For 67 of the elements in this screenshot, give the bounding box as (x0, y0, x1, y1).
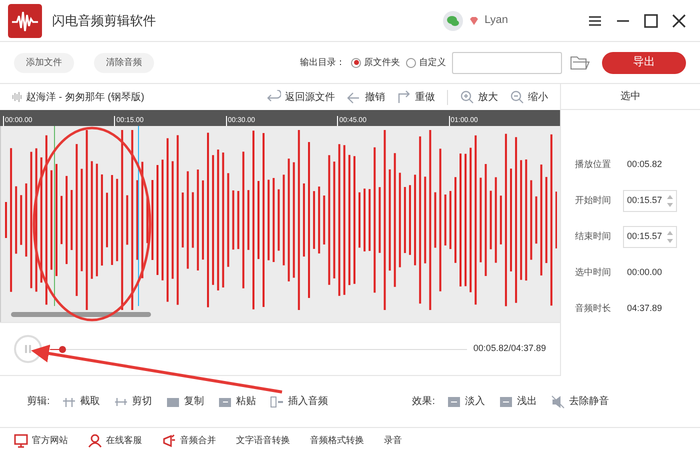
chat-icon[interactable] (442, 10, 463, 30)
track-action-button[interactable]: 放大 (447, 90, 498, 104)
output-label: 输出目录： (300, 56, 345, 69)
fade-in-icon (447, 394, 461, 408)
pause-button[interactable] (14, 335, 42, 363)
info-label: 开始时间 (575, 194, 612, 208)
track-title: 赵海洋 - 匆匆那年 (钢琴版) (26, 90, 144, 104)
track-action-button[interactable]: 返回源文件 (267, 90, 335, 104)
waveform-icon (12, 91, 22, 103)
edit-tool-button[interactable]: 复制 (166, 394, 204, 409)
effect-button[interactable]: 浅出 (499, 394, 537, 409)
zoom-in-icon (460, 90, 474, 104)
export-button[interactable]: 导出 (602, 52, 686, 74)
user-name[interactable]: Lyan (484, 12, 508, 29)
edit-tool-button[interactable]: 插入音频 (270, 394, 328, 409)
menu-icon[interactable] (588, 14, 602, 28)
horizontal-scrollbar[interactable] (11, 312, 151, 317)
pause-icon (22, 344, 33, 354)
effects-label: 效果: (412, 395, 435, 409)
track-action-button[interactable]: 撤销 (347, 90, 385, 104)
undo-icon (347, 90, 361, 104)
zoom-out-icon (510, 90, 524, 104)
app-logo-icon (8, 4, 42, 38)
panel-title: 选中 (620, 90, 640, 104)
folder-icon[interactable] (570, 54, 590, 70)
effect-button[interactable]: 淡入 (447, 394, 485, 409)
megaphone-icon (162, 434, 176, 448)
info-label: 选中时间 (575, 266, 612, 280)
footer-link[interactable]: 文字语音转换 (236, 434, 290, 448)
insert-icon (270, 394, 284, 408)
track-action-button[interactable]: 缩小 (510, 90, 548, 104)
toolbar-button[interactable]: 清除音频 (94, 52, 154, 72)
diamond-icon (468, 16, 479, 26)
playback-time: 00:05.82/04:37.89 (473, 342, 546, 356)
edit-tool-button[interactable]: 粘贴 (218, 394, 256, 409)
redo-icon (397, 90, 411, 104)
info-value: 00:00.00 (626, 266, 662, 280)
edit-label: 剪辑: (27, 394, 50, 409)
info-label: 音频时长 (575, 302, 612, 316)
edit-tool-button[interactable]: 截取 (62, 394, 100, 409)
monitor-icon (14, 434, 28, 448)
footer-link[interactable]: 音频合并 (162, 434, 216, 448)
window-title: 闪电音频剪辑软件 (52, 12, 156, 30)
edit-tool-button[interactable]: 剪切 (114, 394, 152, 409)
maximize-icon[interactable] (644, 14, 658, 28)
time-spin-field[interactable]: 00:15.57 (623, 226, 678, 248)
track-action-button[interactable]: 重做 (397, 90, 435, 104)
fade-out-icon (499, 394, 513, 408)
undo-source-icon (267, 90, 281, 104)
output-radio[interactable]: 自定义 (406, 56, 446, 70)
footer-link[interactable]: 录音 (384, 434, 402, 448)
close-icon[interactable] (672, 14, 686, 28)
info-label: 播放位置 (575, 158, 612, 172)
toolbar-button[interactable]: 添加文件 (14, 52, 74, 72)
footer-link[interactable]: 在线客服 (88, 434, 142, 448)
mute-icon (551, 394, 565, 408)
footer-link[interactable]: 官方网站 (14, 434, 68, 448)
effect-button[interactable]: 去除静音 (551, 394, 609, 409)
output-radio[interactable]: 原文件夹 (351, 56, 400, 70)
info-value: 00:05.82 (626, 158, 662, 172)
info-value: 04:37.89 (626, 302, 662, 316)
progress-thumb[interactable] (59, 346, 66, 352)
footer-link[interactable]: 音频格式转换 (310, 434, 364, 448)
person-icon (88, 434, 102, 448)
time-spin-field[interactable]: 00:15.57 (623, 190, 678, 212)
info-label: 结束时间 (575, 230, 612, 244)
output-path-field[interactable] (452, 52, 562, 74)
